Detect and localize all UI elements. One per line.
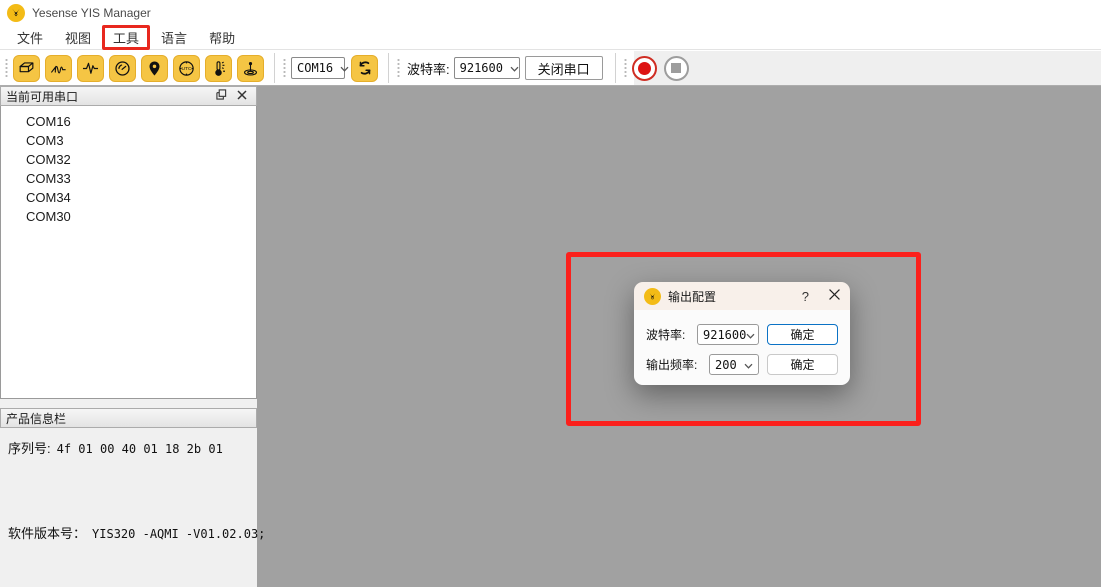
- dialog-baud-rate-select[interactable]: 921600: [697, 324, 759, 345]
- svg-text:UTC: UTC: [181, 66, 192, 72]
- toolbar-grip[interactable]: [396, 57, 401, 79]
- pulse-waveform-icon: [81, 59, 100, 78]
- tool-button-attitude[interactable]: [237, 55, 264, 82]
- menu-item-language[interactable]: 语言: [150, 25, 198, 50]
- chevron-down-icon: [746, 328, 755, 342]
- cube-3d-icon: [17, 59, 36, 78]
- dialog-help-button[interactable]: ?: [796, 289, 815, 304]
- menu-item-tools[interactable]: 工具: [102, 25, 150, 50]
- toolbar-separator: [615, 53, 616, 83]
- app-title: Yesense YIS Manager: [32, 6, 151, 20]
- serial-number-label: 序列号:: [8, 438, 51, 457]
- gauge-icon: [113, 59, 132, 78]
- serial-number-value: 4f 01 00 40 01 18 2b 01: [57, 442, 223, 456]
- dialog-title-bar[interactable]: 输出配置 ?: [634, 282, 850, 310]
- ports-panel-header: 当前可用串口: [0, 86, 257, 106]
- com-port-select[interactable]: COM16: [291, 57, 345, 79]
- stop-icon: [671, 63, 681, 73]
- toolbar-grip[interactable]: [623, 57, 628, 79]
- tool-button-temperature[interactable]: [205, 55, 232, 82]
- close-icon: [829, 287, 840, 305]
- product-panel-header: 产品信息栏: [0, 408, 257, 428]
- toolbar-grip[interactable]: [282, 57, 287, 79]
- ports-panel-title: 当前可用串口: [6, 88, 78, 105]
- port-item-com16[interactable]: COM16: [1, 112, 256, 131]
- app-window: { "window": { "title": "Yesense YIS Mana…: [0, 0, 1101, 587]
- dialog-baud-rate-label: 波特率:: [646, 326, 685, 343]
- chevron-down-icon: [510, 61, 519, 75]
- port-item-com34[interactable]: COM34: [1, 188, 256, 207]
- attitude-probe-icon: [241, 59, 260, 78]
- close-panel-icon[interactable]: [237, 89, 247, 103]
- output-rate-row: 输出频率: 200 确定: [646, 354, 838, 375]
- float-panel-icon[interactable]: [216, 89, 227, 103]
- sidebar: 当前可用串口 COM16 COM3 COM32 COM33 COM34 COM3…: [0, 86, 257, 587]
- tool-button-location[interactable]: [141, 55, 168, 82]
- tool-button-pulse-waveform[interactable]: [77, 55, 104, 82]
- baud-rate-select[interactable]: 921600: [454, 57, 520, 79]
- software-version-value: YIS320 -AQMI -V01.02.03;: [92, 527, 265, 541]
- baud-rate-row: 波特率: 921600 确定: [646, 324, 838, 345]
- toolbar-separator: [274, 53, 275, 83]
- tool-button-angle-waveform[interactable]: [45, 55, 72, 82]
- stop-button[interactable]: [664, 56, 689, 81]
- dialog-output-rate-label: 输出频率:: [646, 356, 697, 373]
- dialog-title: 输出配置: [668, 288, 716, 305]
- angle-waveform-icon: [49, 59, 68, 78]
- confirm-output-rate-button[interactable]: 确定: [767, 354, 838, 375]
- ports-list: COM16 COM3 COM32 COM33 COM34 COM30: [0, 106, 257, 399]
- port-item-com33[interactable]: COM33: [1, 169, 256, 188]
- refresh-icon: [356, 59, 374, 77]
- menu-bar: 文件 视图 工具 语言 帮助: [0, 26, 1101, 50]
- dialog-body: 波特率: 921600 确定 输出频率: 200 确定: [634, 310, 850, 385]
- tool-button-gauge[interactable]: [109, 55, 136, 82]
- serial-number-row: 序列号: 4f 01 00 40 01 18 2b 01: [8, 438, 249, 457]
- port-item-com30[interactable]: COM30: [1, 207, 256, 226]
- tool-button-utc-time[interactable]: UTC: [173, 55, 200, 82]
- record-icon: [638, 62, 651, 75]
- menu-item-help[interactable]: 帮助: [198, 25, 246, 50]
- toolbar-grip[interactable]: [4, 57, 9, 79]
- chevron-down-icon: [744, 358, 753, 372]
- confirm-baud-button[interactable]: 确定: [767, 324, 838, 345]
- toolbar: UTC COM16 波特率: 921600 关闭串口: [0, 51, 1101, 86]
- refresh-ports-button[interactable]: [351, 55, 378, 82]
- utc-clock-icon: UTC: [177, 59, 196, 78]
- close-serial-button[interactable]: 关闭串口: [525, 56, 603, 80]
- dialog-close-button[interactable]: [829, 287, 840, 305]
- dialog-output-rate-select[interactable]: 200: [709, 354, 759, 375]
- port-item-com3[interactable]: COM3: [1, 131, 256, 150]
- product-info-area: 序列号: 4f 01 00 40 01 18 2b 01 软件版本号： YIS3…: [0, 428, 257, 587]
- record-button[interactable]: [632, 56, 657, 81]
- tool-button-3d-view[interactable]: [13, 55, 40, 82]
- location-pin-icon: [145, 59, 164, 78]
- software-version-row: 软件版本号： YIS320 -AQMI -V01.02.03;: [8, 523, 249, 542]
- dialog-logo-icon: [644, 288, 661, 305]
- app-logo-icon: [7, 4, 25, 22]
- thermometer-icon: [209, 59, 228, 78]
- menu-item-file[interactable]: 文件: [6, 25, 54, 50]
- menu-item-view[interactable]: 视图: [54, 25, 102, 50]
- baud-rate-label: 波特率:: [407, 59, 450, 78]
- chevron-down-icon: [340, 61, 349, 75]
- software-version-label: 软件版本号：: [8, 523, 86, 542]
- toolbar-separator: [388, 53, 389, 83]
- output-config-dialog: 输出配置 ? 波特率: 921600 确定 输出频率: 200 确定: [634, 282, 850, 385]
- title-bar: Yesense YIS Manager: [0, 0, 1101, 26]
- product-panel-title: 产品信息栏: [6, 410, 66, 427]
- port-item-com32[interactable]: COM32: [1, 150, 256, 169]
